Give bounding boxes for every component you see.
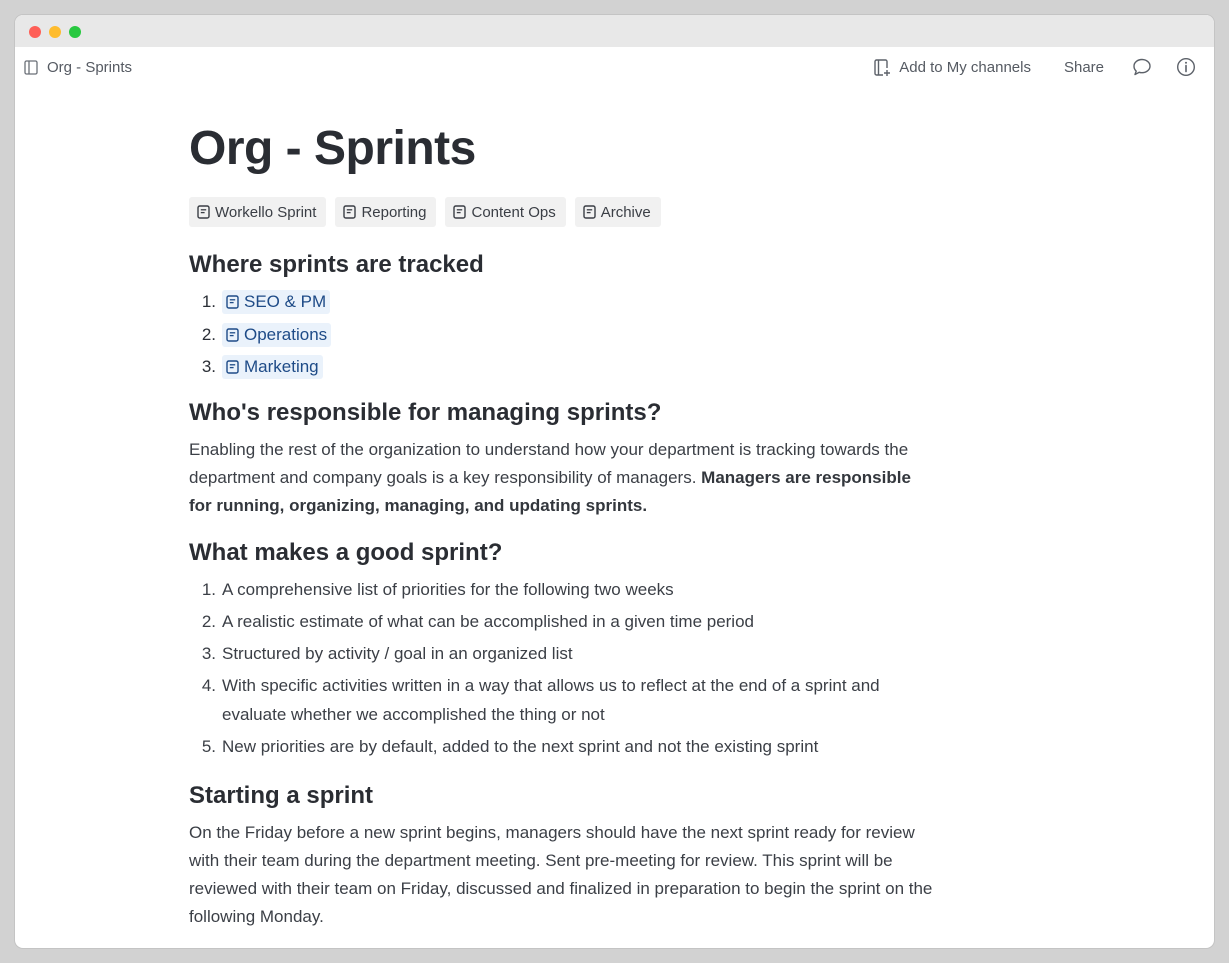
- heading-starting-sprint: Starting a sprint: [189, 781, 374, 809]
- list-text: New priorities are by default, added to …: [222, 736, 819, 756]
- document-icon: [226, 295, 239, 309]
- link-marketing[interactable]: Marketing: [222, 355, 323, 380]
- minimize-window-button[interactable]: [49, 26, 61, 38]
- list-number: 3.: [201, 643, 216, 663]
- list-number: 1.: [201, 579, 216, 599]
- list-item: 2. Operations: [189, 318, 949, 351]
- heading-where-sprints-tracked: Where sprints are tracked: [189, 251, 484, 278]
- close-window-button[interactable]: [29, 26, 41, 38]
- list-text: A realistic estimate of what can be acco…: [222, 611, 754, 631]
- list-item: 2. A realistic estimate of what can be a…: [189, 606, 949, 638]
- list-text: A comprehensive list of priorities for t…: [222, 579, 674, 599]
- share-button[interactable]: Share: [1064, 59, 1104, 76]
- list-number: 3.: [201, 357, 216, 377]
- list-number: 5.: [201, 736, 216, 756]
- list-item: 1. A comprehensive list of priorities fo…: [189, 574, 949, 606]
- list-number: 2.: [201, 324, 216, 344]
- good-sprint-list: 1. A comprehensive list of priorities fo…: [189, 574, 949, 763]
- chip-reporting[interactable]: Reporting: [335, 197, 437, 227]
- chip-archive[interactable]: Archive: [574, 197, 661, 227]
- list-item: 5. New priorities are by default, added …: [189, 731, 949, 763]
- list-number: 1.: [201, 292, 216, 312]
- breadcrumb[interactable]: Org - Sprints: [24, 59, 132, 76]
- list-item: 4. With specific activities written in a…: [189, 670, 949, 731]
- add-to-channels-label: Add to My channels: [899, 58, 1031, 76]
- add-document-icon: [873, 58, 891, 77]
- list-item: 3. Structured by activity / goal in an o…: [189, 638, 949, 670]
- list-text: With specific activities written in a wa…: [222, 675, 880, 724]
- link-label: SEO & PM: [244, 292, 327, 312]
- chip-label: Archive: [600, 203, 651, 221]
- heading-who-responsible: Who's responsible for managing sprints?: [189, 399, 662, 427]
- add-to-channels-button[interactable]: Add to My channels: [873, 58, 1031, 77]
- document-icon: [583, 205, 596, 219]
- who-responsible-paragraph: Enabling the rest of the organization to…: [189, 436, 934, 520]
- related-docs-chips: Workello Sprint Reporting Content Ops Ar…: [189, 197, 949, 227]
- chip-label: Content Ops: [471, 203, 556, 221]
- link-label: Operations: [244, 324, 328, 344]
- chip-label: Workello Sprint: [215, 203, 317, 221]
- list-number: 2.: [201, 611, 216, 631]
- comment-icon: [1132, 57, 1152, 77]
- chip-content-ops[interactable]: Content Ops: [445, 197, 566, 227]
- toolbar: Org - Sprints Add to My channels Share: [15, 47, 1214, 91]
- list-text: Structured by activity / goal in an orga…: [222, 643, 573, 663]
- chip-label: Reporting: [361, 203, 427, 221]
- chip-workello-sprint[interactable]: Workello Sprint: [189, 197, 327, 227]
- heading-good-sprint: What makes a good sprint?: [189, 539, 503, 567]
- starting-sprint-paragraph: On the Friday before a new sprint begins…: [189, 822, 933, 926]
- link-seo-pm[interactable]: SEO & PM: [222, 290, 331, 315]
- info-button[interactable]: [1176, 57, 1196, 77]
- document-body: Org - Sprints Workello Sprint Reporting …: [189, 91, 949, 931]
- comment-button[interactable]: [1132, 57, 1152, 77]
- list-number: 4.: [201, 675, 216, 695]
- document-icon: [24, 60, 38, 75]
- document-icon: [197, 205, 210, 219]
- app-window: Org - Sprints Add to My channels Share O…: [15, 15, 1214, 948]
- share-label: Share: [1063, 58, 1104, 76]
- tracked-sprints-list: 1. SEO & PM 2. Operations 3. Marketing: [189, 286, 949, 384]
- document-icon: [226, 360, 239, 374]
- maximize-window-button[interactable]: [69, 26, 81, 38]
- document-icon: [453, 205, 467, 219]
- page-title: Org - Sprints: [189, 122, 476, 175]
- title-bar: [15, 15, 1214, 47]
- link-operations[interactable]: Operations: [222, 322, 332, 347]
- document-icon: [343, 205, 357, 219]
- document-icon: [226, 327, 239, 342]
- link-label: Marketing: [244, 357, 319, 377]
- list-item: 1. SEO & PM: [189, 286, 949, 319]
- list-item: 3. Marketing: [189, 351, 949, 384]
- breadcrumb-label: Org - Sprints: [47, 59, 133, 76]
- info-icon: [1176, 57, 1196, 77]
